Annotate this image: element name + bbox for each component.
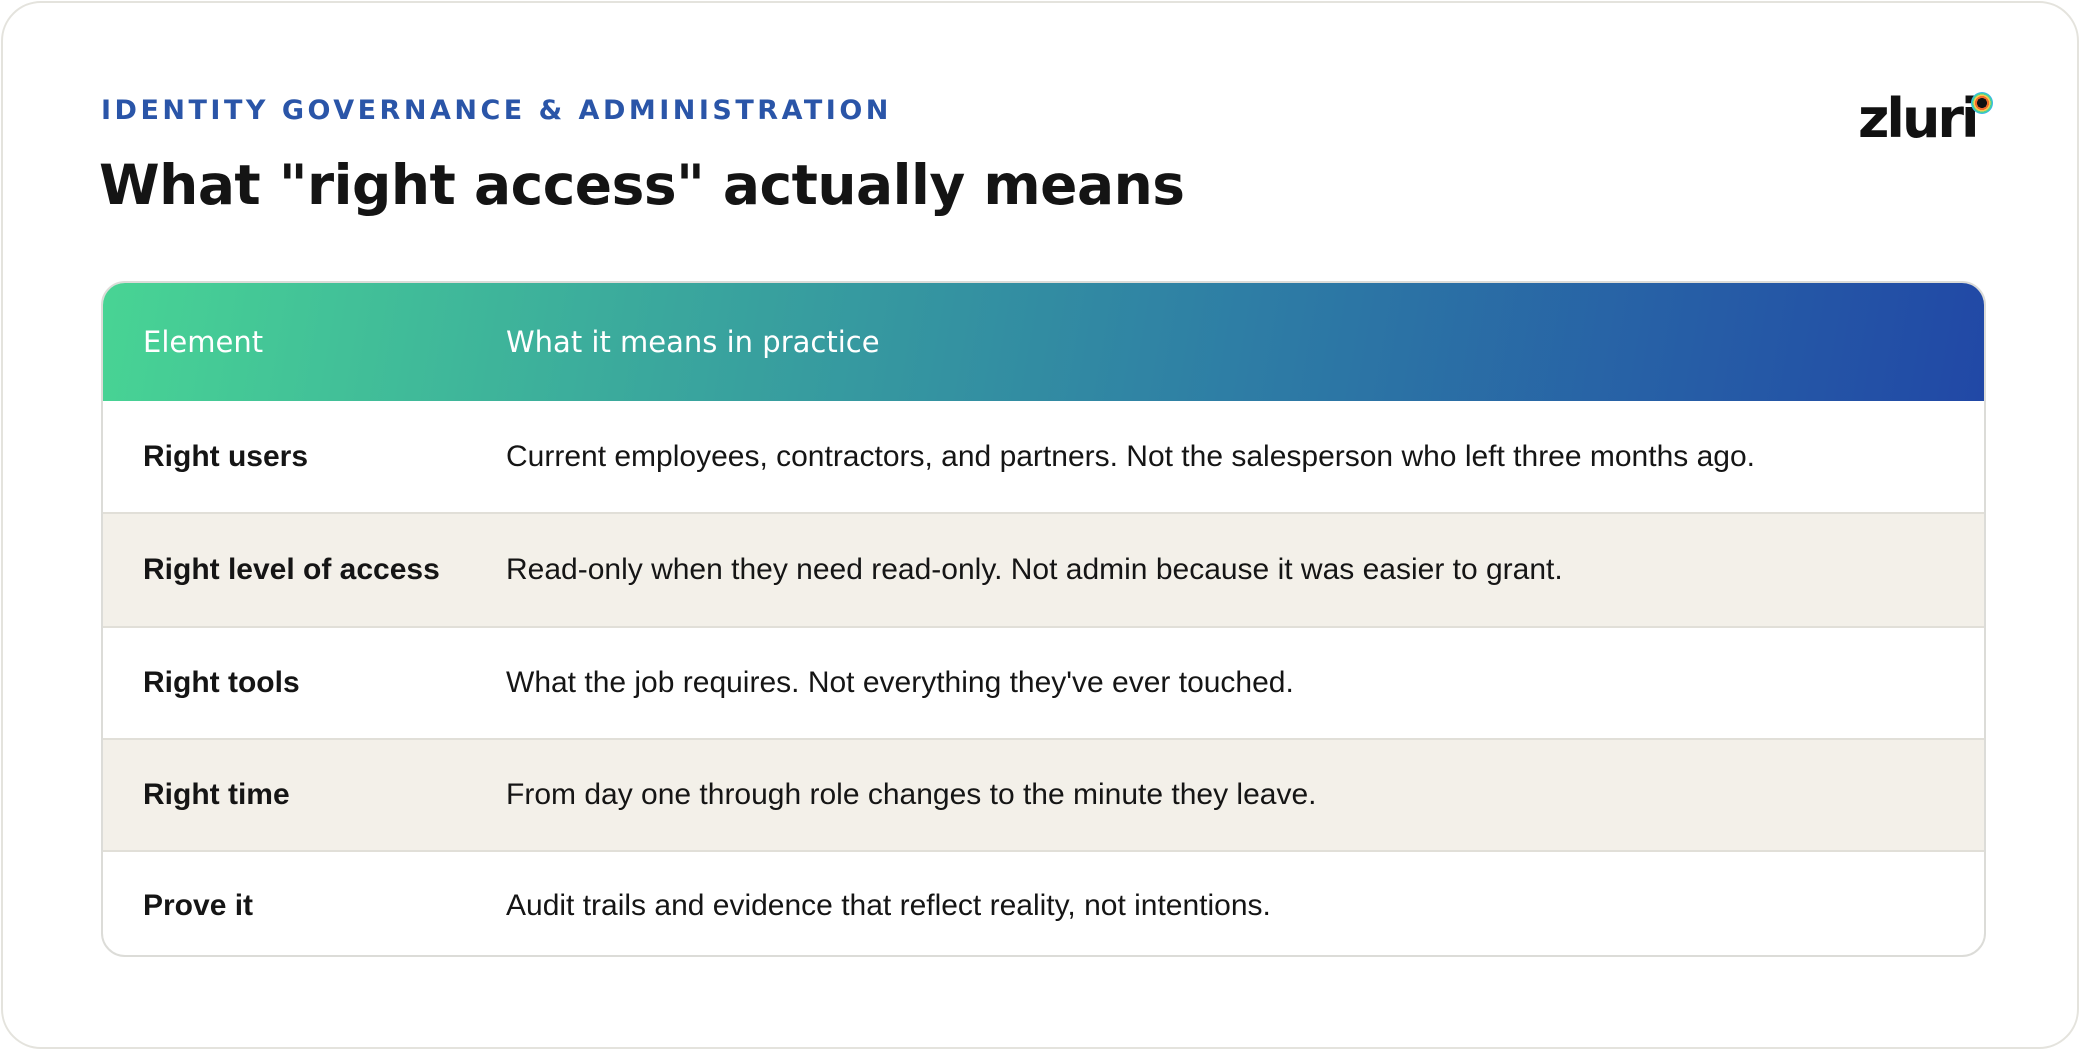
row-element: Right level of access [143,553,440,586]
row-element: Prove it [143,888,254,922]
access-table: Element What it means in practice Right … [101,281,1986,957]
zluri-dot-icon [1971,92,1993,114]
column-header-meaning: What it means in practice [506,325,880,359]
slide-card: IDENTITY GOVERNANCE & ADMINISTRATION Wha… [1,1,2079,1049]
row-meaning: From day one through role changes to the… [506,778,1317,811]
row-element: Right tools [143,666,300,699]
table-header: Element What it means in practice [103,283,1984,401]
row-element: Right time [143,778,290,811]
row-meaning: Read-only when they need read-only. Not … [506,553,1563,586]
row-meaning: Current employees, contractors, and part… [506,439,1755,473]
table-row: Right time From day one through role cha… [103,738,1984,850]
row-element: Right users [143,439,309,473]
column-header-element: Element [143,325,264,359]
zluri-logo: zluri [1858,89,1993,149]
eyebrow-label: IDENTITY GOVERNANCE & ADMINISTRATION [101,95,892,126]
row-meaning: What the job requires. Not everything th… [506,666,1294,699]
table-row: Right users Current employees, contracto… [103,401,1984,512]
row-meaning: Audit trails and evidence that reflect r… [506,888,1271,922]
page-title: What "right access" actually means [99,153,1185,217]
table-body: Right users Current employees, contracto… [103,401,1984,955]
logo-wordmark: zluri [1858,87,1980,150]
table-row: Prove it Audit trails and evidence that … [103,850,1984,955]
table-row: Right level of access Read-only when the… [103,512,1984,626]
table-row: Right tools What the job requires. Not e… [103,626,1984,738]
